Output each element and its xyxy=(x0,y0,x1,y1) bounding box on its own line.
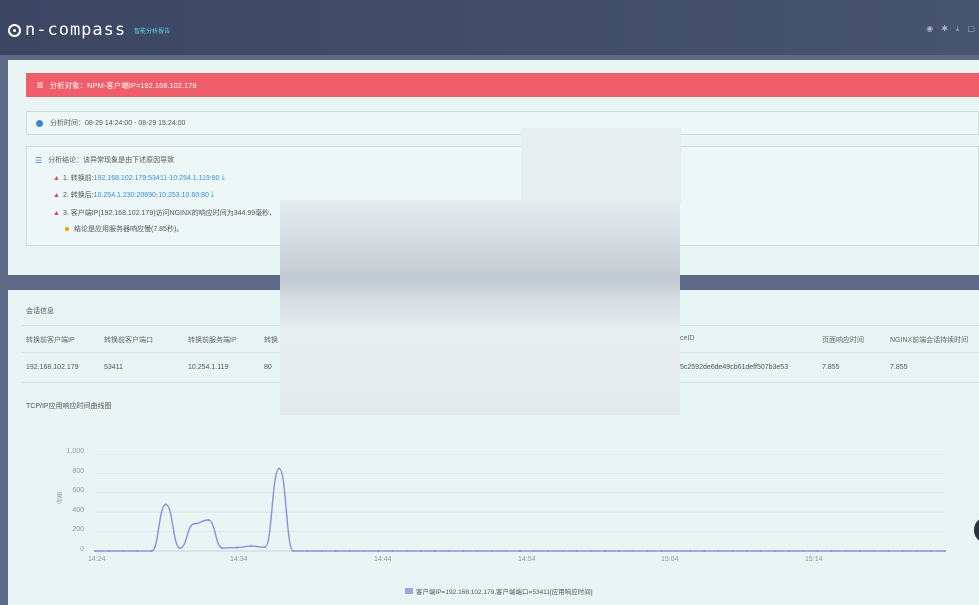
data-point[interactable] xyxy=(391,550,394,552)
data-point[interactable] xyxy=(547,550,550,552)
data-point[interactable] xyxy=(575,550,578,552)
data-point[interactable] xyxy=(589,550,592,552)
data-point[interactable] xyxy=(490,550,493,552)
data-point[interactable] xyxy=(136,550,139,552)
data-point[interactable] xyxy=(179,547,181,550)
data-point[interactable] xyxy=(618,550,621,552)
data-point[interactable] xyxy=(604,550,606,552)
data-point[interactable] xyxy=(448,550,451,552)
legend-swatch xyxy=(405,588,413,594)
data-point[interactable] xyxy=(632,550,635,552)
x-tick-label: 14:24 xyxy=(88,556,106,563)
x-tick-label: 14:34 xyxy=(230,556,248,563)
data-point[interactable] xyxy=(830,550,833,552)
data-point[interactable] xyxy=(349,550,351,552)
data-point[interactable] xyxy=(434,550,436,552)
data-point[interactable] xyxy=(164,503,167,506)
data-point[interactable] xyxy=(745,550,748,552)
data-point[interactable] xyxy=(504,550,507,552)
blurred-region xyxy=(521,128,681,203)
data-point[interactable] xyxy=(915,550,918,552)
data-point[interactable] xyxy=(816,550,819,552)
series-line[interactable] xyxy=(95,467,945,552)
legend-label: 客户端IP=192.168.102.179,客户端端口=53411[应用响应时间… xyxy=(416,589,593,596)
data-point[interactable] xyxy=(419,550,422,552)
data-point[interactable] xyxy=(405,550,408,552)
data-point[interactable] xyxy=(292,550,295,552)
x-tick-label: 15:04 xyxy=(661,556,679,563)
data-point[interactable] xyxy=(944,550,946,552)
data-point[interactable] xyxy=(519,550,521,552)
data-point[interactable] xyxy=(759,550,762,552)
data-point[interactable] xyxy=(122,550,125,552)
data-point[interactable] xyxy=(249,545,252,548)
data-point[interactable] xyxy=(193,522,196,525)
data-point[interactable] xyxy=(689,550,691,552)
data-point[interactable] xyxy=(533,550,536,552)
data-point[interactable] xyxy=(717,550,720,552)
data-point[interactable] xyxy=(844,550,847,552)
data-point[interactable] xyxy=(561,550,564,552)
x-tick-label: 15:14 xyxy=(805,556,823,563)
data-point[interactable] xyxy=(873,550,876,552)
data-point[interactable] xyxy=(278,467,281,470)
data-point[interactable] xyxy=(660,550,663,552)
data-point[interactable] xyxy=(788,550,791,552)
data-point[interactable] xyxy=(108,550,111,552)
data-point[interactable] xyxy=(674,550,677,552)
data-point[interactable] xyxy=(901,550,904,552)
data-point[interactable] xyxy=(94,550,96,552)
data-point[interactable] xyxy=(334,550,337,552)
data-point[interactable] xyxy=(859,550,861,552)
x-tick-label: 14:54 xyxy=(518,556,536,563)
data-point[interactable] xyxy=(703,550,706,552)
data-point[interactable] xyxy=(235,546,238,549)
blurred-region xyxy=(280,200,680,415)
data-point[interactable] xyxy=(150,550,153,552)
data-point[interactable] xyxy=(646,550,649,552)
chart-legend[interactable]: 客户端IP=192.168.102.179,客户端端口=53411[应用响应时间… xyxy=(405,586,593,596)
data-point[interactable] xyxy=(207,518,210,521)
data-point[interactable] xyxy=(264,546,266,549)
data-point[interactable] xyxy=(320,550,323,552)
x-tick-label: 14:44 xyxy=(374,556,392,563)
data-point[interactable] xyxy=(363,550,366,552)
data-point[interactable] xyxy=(476,550,479,552)
data-point[interactable] xyxy=(731,550,734,552)
data-point[interactable] xyxy=(377,550,380,552)
data-point[interactable] xyxy=(887,550,890,552)
data-point[interactable] xyxy=(306,550,309,552)
data-point[interactable] xyxy=(929,550,932,552)
data-point[interactable] xyxy=(802,550,805,552)
data-point[interactable] xyxy=(221,547,224,550)
data-point[interactable] xyxy=(774,550,776,552)
data-point[interactable] xyxy=(462,550,465,552)
